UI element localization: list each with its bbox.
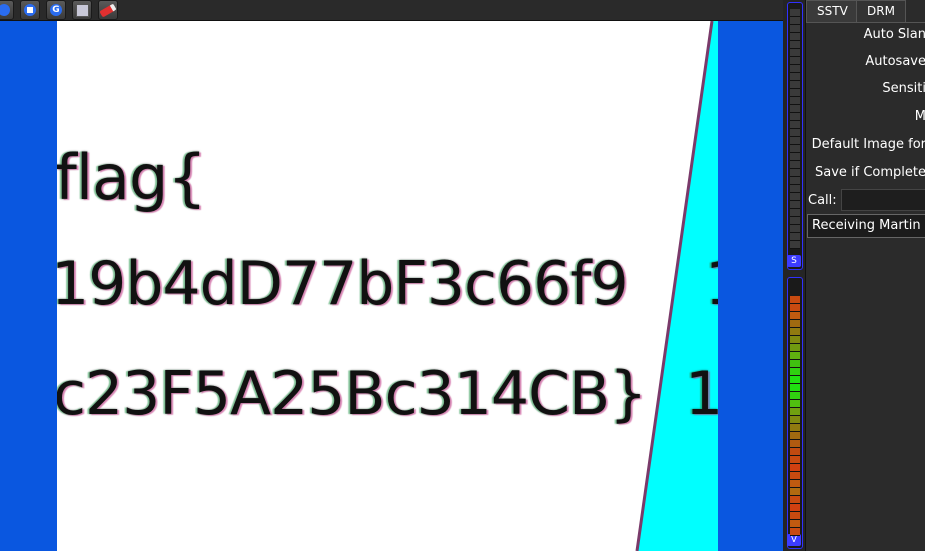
sync-meter-segment [790,121,800,129]
volume-meter-segment [790,408,800,416]
sync-meter-segment [790,145,800,153]
level-meters: S V [783,0,805,551]
call-label: Call: [808,192,837,208]
autosave-label[interactable]: Autosave [865,52,925,72]
volume-meter-segment [790,512,800,520]
sync-meter-segment [790,161,800,169]
decoded-image: flag{ 19b4dD77bF3c66f9 c23F5A25Bc314CB} … [57,21,718,551]
volume-meter-segment [790,352,800,360]
volume-meter-segment [790,336,800,344]
volume-meter-segment [790,456,800,464]
sync-meter-segment [790,49,800,57]
right-fragment-2: 1( [685,359,718,429]
volume-meter-segment [790,424,800,432]
volume-meter-segment [790,304,800,312]
default-image-format-label: Default Image for [811,137,925,152]
sync-meter-segment [790,137,800,145]
sensitivity-label: Sensiti [882,81,925,96]
sync-meter-segment [790,217,800,225]
sync-meter-segment [790,81,800,89]
sync-meter-segment [790,241,800,249]
volume-meter-segment [790,416,800,424]
tab-drm[interactable]: DRM [856,0,906,22]
sync-meter-segment [790,89,800,97]
toolbar: G [0,0,783,21]
sync-meter-segment [790,185,800,193]
save-if-complete-label[interactable]: Save if Complete [815,163,925,183]
right-fragment-1: 1 [705,249,718,319]
receive-play-button[interactable] [0,0,14,20]
volume-meter-segment [790,488,800,496]
volume-meter-segment [790,312,800,320]
sync-meter-segment [790,9,800,17]
sync-meter-segment [790,177,800,185]
volume-meter-segment [790,368,800,376]
volume-meter-segment [790,376,800,384]
sync-meter-segment [790,17,800,25]
slanted-bar [635,21,718,551]
save-icon [75,3,89,17]
sync-meter-segment [790,105,800,113]
call-row: Call: [808,189,925,211]
refresh-icon: G [50,4,62,16]
sync-meter-segment [790,225,800,233]
volume-meter-segment [790,384,800,392]
sync-meter-segment [790,57,800,65]
sync-meter-segment [790,41,800,49]
sync-meter-segment [790,73,800,81]
volume-meter-segment [790,296,800,304]
volume-meter-segment [790,464,800,472]
sync-meter-segment [790,153,800,161]
sync-meter-segment [790,193,800,201]
sync-meter[interactable]: S [787,2,803,270]
sync-meter-segment [790,65,800,73]
save-button[interactable] [72,0,92,20]
volume-meter-segment [790,328,800,336]
stop-button[interactable] [20,0,40,20]
volume-meter-segment [790,360,800,368]
eraser-icon [99,2,117,18]
status-text: Receiving Martin [807,214,925,238]
volume-meter-segment [790,440,800,448]
volume-meter-segment [790,344,800,352]
volume-meter-segment [790,472,800,480]
volume-meter-segment [790,320,800,328]
auto-slant-label[interactable]: Auto Slan [864,25,925,45]
volume-meter[interactable]: V [787,277,803,549]
mode-tabs: SSTV DRM [806,0,925,23]
settings-panel: SSTV DRM Auto Slan Autosave Sensiti M De… [805,0,925,551]
image-area: flag{ 19b4dD77bF3c66f9 c23F5A25Bc314CB} … [0,21,783,551]
sync-meter-segment [790,233,800,241]
volume-meter-segment [790,528,800,536]
volume-meter-segment [790,392,800,400]
sync-meter-segment [790,169,800,177]
volume-meter-segment [790,520,800,528]
volume-meter-segment [790,400,800,408]
volume-meter-segment [790,448,800,456]
tab-sstv[interactable]: SSTV [806,0,859,22]
mode-label: M [914,109,925,124]
sync-meter-thumb[interactable]: S [787,255,801,267]
sync-meter-segment [790,33,800,41]
sync-meter-segment [790,129,800,137]
volume-meter-segment [790,432,800,440]
call-input[interactable] [840,189,925,211]
sync-meter-segment [790,113,800,121]
sync-meter-segment [790,97,800,105]
eraser-button[interactable] [98,0,118,20]
receive-play-icon [0,4,10,16]
volume-meter-segment [790,496,800,504]
sync-meter-segment [790,201,800,209]
refresh-button[interactable]: G [46,0,66,20]
volume-meter-segment [790,480,800,488]
sync-meter-segment [790,25,800,33]
sync-meter-segment [790,209,800,217]
volume-meter-segment [790,504,800,512]
stop-icon [24,4,36,16]
